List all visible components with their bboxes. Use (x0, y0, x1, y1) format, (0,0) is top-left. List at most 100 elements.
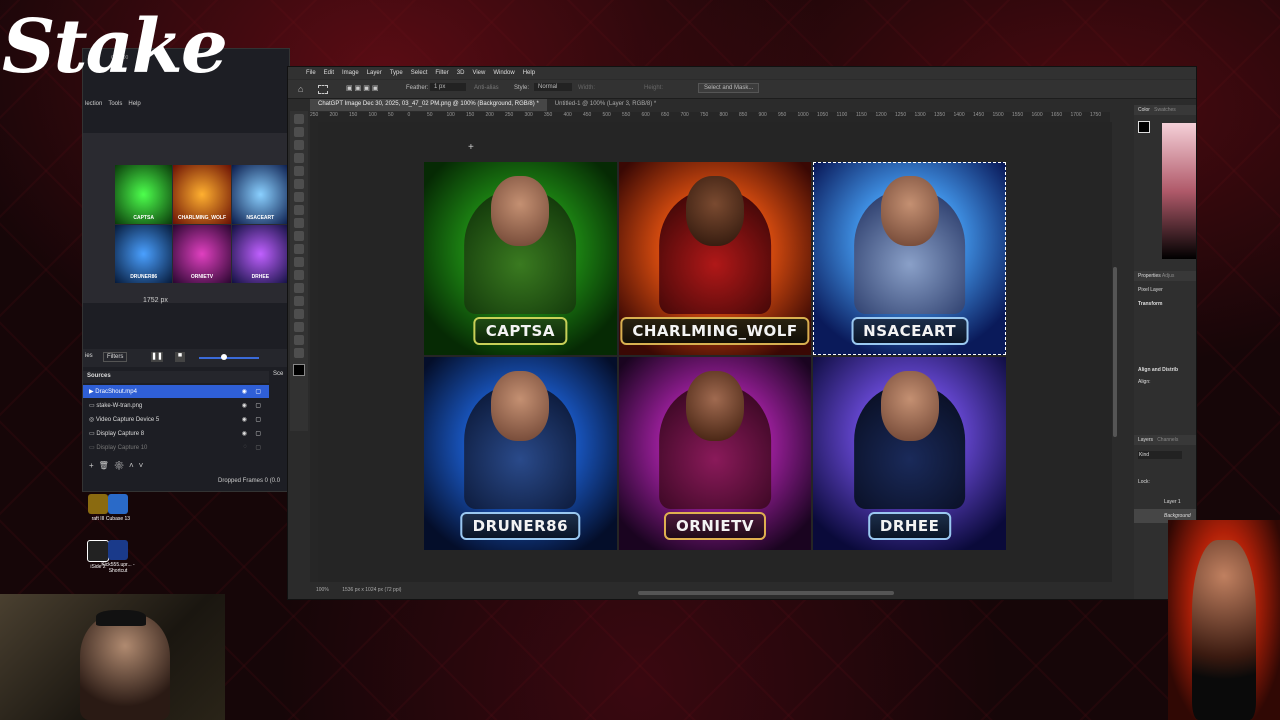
more-tools-icon[interactable] (294, 348, 304, 358)
obs-menu-item[interactable]: Tools (108, 101, 122, 113)
feather-input[interactable]: 1 px (430, 83, 466, 91)
source-item[interactable]: ◎ Video Capture Device 5 ◉ ▢ (83, 413, 269, 426)
quick-select-tool-icon[interactable] (294, 153, 304, 163)
style-select[interactable]: Normal (534, 83, 572, 91)
horizontal-scrollbar[interactable] (638, 591, 894, 595)
ps-menu-window[interactable]: Window (493, 70, 514, 76)
sources-actions[interactable]: +🗑⚙˄˅ (89, 461, 148, 470)
foreground-swatch[interactable] (1138, 121, 1150, 133)
selection-mode-icons[interactable]: ▣▣▣▣ (346, 84, 380, 92)
ps-menu-type[interactable]: Type (390, 70, 403, 76)
ruler-tick-label: 1250 (895, 112, 907, 118)
obs-filters-button[interactable]: Filters (103, 352, 128, 362)
source-item[interactable]: ▭ Display Capture 10 ◌ ▢ (83, 441, 269, 454)
zoom-tool-icon[interactable] (294, 335, 304, 345)
ruler-tick-label: 100 (368, 112, 377, 118)
stamp-tool-icon[interactable] (294, 218, 304, 228)
brush-tool-icon[interactable] (294, 205, 304, 215)
color-picker-field[interactable] (1162, 123, 1196, 259)
source-item[interactable]: ▶ DracShout.mp4 ◉ ▢ (83, 385, 269, 398)
obs-thumb: CAPTSA (115, 165, 173, 224)
pen-tool-icon[interactable] (294, 270, 304, 280)
obs-thumb: CHARLMING_WOLF (173, 165, 231, 224)
history-brush-icon[interactable] (294, 231, 304, 241)
marquee-tool-icon[interactable] (294, 127, 304, 137)
lasso-tool-icon[interactable] (294, 140, 304, 150)
channels-tab[interactable]: Channels (1157, 437, 1178, 443)
properties-tab[interactable]: Properties (1138, 273, 1161, 279)
lock-label: Lock: (1138, 479, 1150, 485)
layer-row[interactable]: Layer 1 (1134, 495, 1196, 509)
volume-slider-handle[interactable] (221, 354, 227, 360)
obs-thumb: NSACEART (231, 165, 289, 224)
pixel-layer-label: Pixel Layer (1138, 287, 1163, 293)
swatches-tab[interactable]: Swatches (1154, 107, 1176, 113)
webcam-reaction (1168, 520, 1280, 720)
ps-menu-3d[interactable]: 3D (457, 70, 465, 76)
ps-menu-help[interactable]: Help (523, 70, 535, 76)
marquee-tool-icon[interactable] (318, 85, 328, 94)
ps-menu-image[interactable]: Image (342, 70, 359, 76)
document-tab[interactable]: Untitled-1 @ 100% (Layer 3, RGB/8) * (546, 99, 665, 111)
path-select-icon[interactable] (294, 296, 304, 306)
healing-tool-icon[interactable] (294, 192, 304, 202)
ruler-tick-label: 1450 (973, 112, 985, 118)
width-label: Width: (578, 85, 596, 91)
obs-menu-item[interactable]: Help (128, 101, 140, 113)
stake-logo: Stake (2, 4, 228, 90)
ps-menu-file[interactable]: File (306, 70, 316, 76)
obs-menu-item[interactable]: lection (85, 101, 102, 113)
source-item[interactable]: ▭ stake-W-tran.png ◉ ▢ (83, 399, 269, 412)
ps-menu-filter[interactable]: Filter (435, 70, 448, 76)
desktop-icon[interactable]: Kick555.upr... - Shortcut (98, 540, 138, 574)
ruler-tick-label: 400 (563, 112, 572, 118)
crosshair-cursor-icon: + (468, 142, 474, 153)
card-name: DRHEE (867, 512, 952, 540)
ps-menu-view[interactable]: View (472, 70, 485, 76)
zoom-level[interactable]: 100% (316, 587, 329, 593)
eraser-tool-icon[interactable] (294, 244, 304, 254)
ruler-tick-label: 250 (310, 112, 319, 118)
home-icon[interactable]: ⌂ (298, 84, 303, 94)
shape-tool-icon[interactable] (294, 309, 304, 319)
ruler-tick-label: 450 (583, 112, 592, 118)
pause-icon[interactable]: ❚❚ (151, 352, 163, 362)
obs-preview-size: 1752 px (143, 297, 168, 304)
gradient-tool-icon[interactable] (294, 257, 304, 267)
figure-head (685, 176, 744, 246)
move-tool-icon[interactable] (294, 114, 304, 124)
obs-controls-bar: ies Filters ❚❚ ■ (83, 349, 289, 367)
eyedropper-tool-icon[interactable] (294, 179, 304, 189)
document-info[interactable]: 1536 px x 1024 px (72 ppi) (342, 587, 401, 593)
layer-kind-filter[interactable]: Kind (1138, 451, 1182, 459)
ps-menu-layer[interactable]: Layer (367, 70, 382, 76)
hand-tool-icon[interactable] (294, 322, 304, 332)
layers-tab[interactable]: Layers (1138, 437, 1153, 443)
crop-tool-icon[interactable] (294, 166, 304, 176)
desktop-icon[interactable]: Cubase 13 (98, 494, 138, 522)
figure-head (491, 176, 550, 246)
ps-menu-edit[interactable]: Edit (324, 70, 334, 76)
ruler-tick-label: 750 (700, 112, 709, 118)
color-tab[interactable]: Color (1138, 107, 1150, 113)
ps-menu-select[interactable]: Select (411, 70, 428, 76)
ruler-tick-label: 900 (758, 112, 767, 118)
source-item[interactable]: ▭ Display Capture 8 ◉ ▢ (83, 427, 269, 440)
adjustments-tab[interactable]: Adjus (1162, 273, 1175, 279)
document-tab-active[interactable]: ChatGPT Image Dec 30, 2025, 03_47_02 PM.… (310, 99, 547, 111)
lock-icon: ▢ (255, 431, 261, 437)
type-tool-icon[interactable] (294, 283, 304, 293)
stop-icon[interactable]: ■ (175, 352, 185, 362)
vertical-scrollbar[interactable] (1113, 267, 1117, 437)
eye-off-icon: ◌ (243, 444, 247, 450)
ruler-tick-label: 50 (388, 112, 394, 118)
obs-properties-partial[interactable]: ies (85, 353, 93, 359)
volume-slider[interactable] (199, 357, 259, 359)
foreground-color-icon[interactable] (293, 364, 305, 376)
select-and-mask-button[interactable]: Select and Mask... (698, 83, 760, 93)
eye-icon: ◉ (241, 403, 247, 409)
antialias-checkbox[interactable]: Anti-alias (474, 85, 499, 91)
ruler-tick-label: 250 (505, 112, 514, 118)
card-druner86: DRUNER86 (424, 357, 617, 550)
image-grid[interactable]: CAPTSA CHARLMING_WOLF NSACEART DRUNER86 … (424, 162, 1006, 550)
